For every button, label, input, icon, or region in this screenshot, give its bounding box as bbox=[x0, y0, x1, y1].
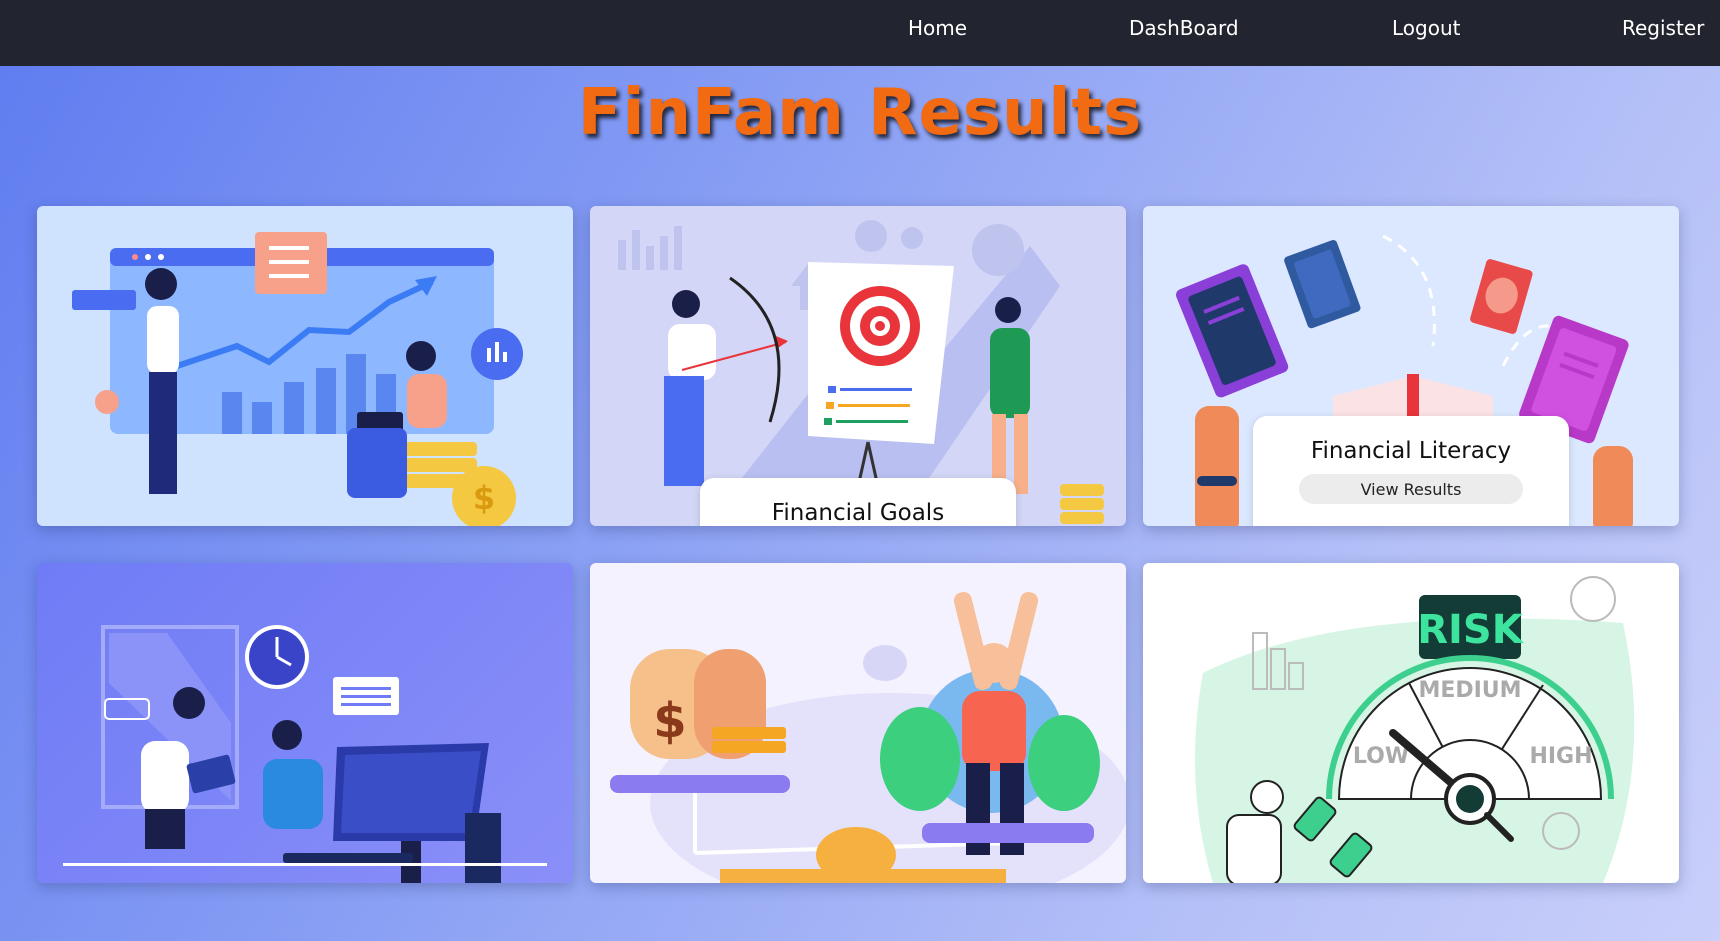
result-card-growth[interactable]: $ bbox=[37, 206, 573, 526]
svg-text:$: $ bbox=[653, 693, 686, 749]
page-title: FinFam Results bbox=[577, 76, 1143, 150]
office-work-illustration bbox=[63, 625, 547, 883]
result-card-office[interactable] bbox=[37, 563, 573, 883]
risk-low-label: LOW bbox=[1353, 744, 1409, 769]
view-results-button[interactable]: View Results bbox=[1299, 474, 1523, 504]
risk-gauge-illustration: RISK MEDIUM LOW HIGH bbox=[1195, 576, 1635, 883]
svg-text:$: $ bbox=[473, 479, 495, 517]
financial-literacy-caption: Financial Literacy View Results bbox=[1253, 416, 1569, 526]
risk-medium-label: MEDIUM bbox=[1418, 678, 1521, 703]
result-card-financial-literacy[interactable]: Financial Literacy View Results bbox=[1143, 206, 1679, 526]
nav-dashboard-link[interactable]: DashBoard bbox=[1129, 16, 1239, 40]
savings-balance-illustration: $ bbox=[610, 592, 1126, 883]
financial-literacy-title: Financial Literacy bbox=[1310, 438, 1512, 464]
result-card-financial-goals[interactable]: Financial Goals bbox=[590, 206, 1126, 526]
result-card-risk[interactable]: RISK MEDIUM LOW HIGH bbox=[1143, 563, 1679, 883]
risk-label: RISK bbox=[1417, 607, 1524, 653]
nav-register-link[interactable]: Register bbox=[1622, 16, 1704, 40]
growth-chart-illustration: $ bbox=[72, 232, 523, 526]
result-card-savings[interactable]: $ bbox=[590, 563, 1126, 883]
financial-goals-title: Financial Goals bbox=[771, 500, 945, 526]
financial-goals-caption: Financial Goals bbox=[700, 478, 1016, 526]
nav-home-link[interactable]: Home bbox=[908, 16, 967, 40]
risk-high-label: HIGH bbox=[1529, 744, 1592, 769]
nav-logout-link[interactable]: Logout bbox=[1392, 16, 1460, 40]
top-navbar: Home DashBoard Logout Register bbox=[0, 0, 1720, 66]
